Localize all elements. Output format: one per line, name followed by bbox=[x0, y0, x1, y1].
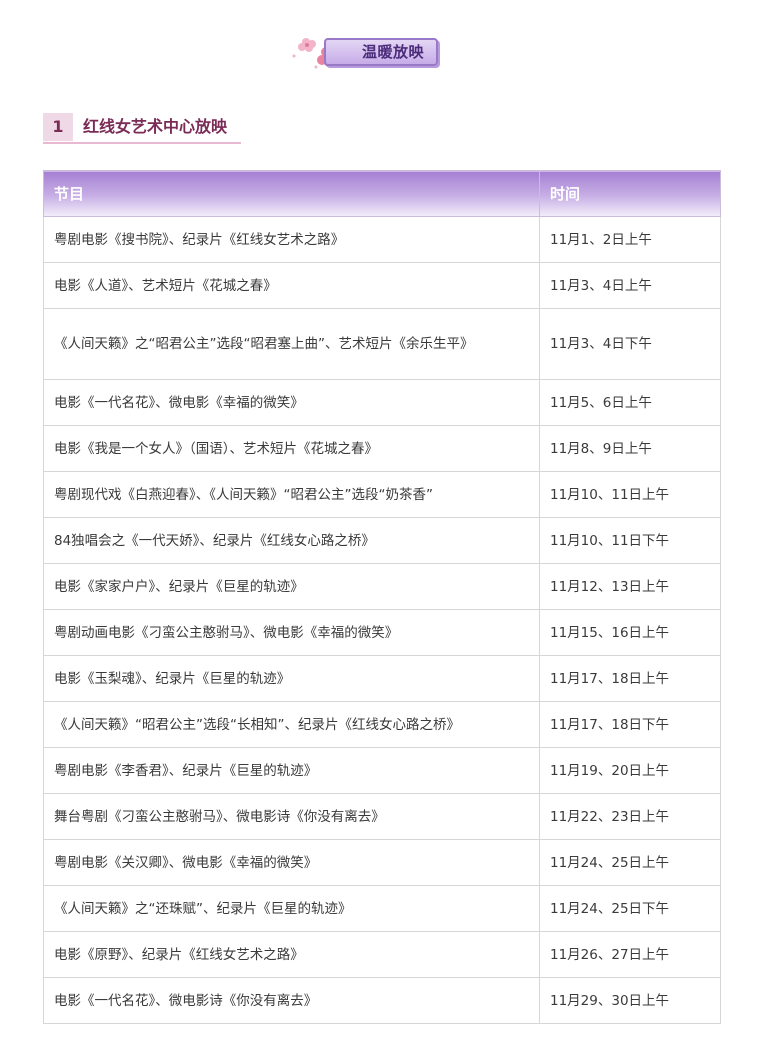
schedule-table: 节目 时间 粤剧电影《搜书院》、纪录片《红线女艺术之路》 11月1、2日上午 电影… bbox=[43, 170, 721, 1024]
program-cell: 粤剧电影《搜书院》、纪录片《红线女艺术之路》 bbox=[43, 216, 540, 263]
time-cell: 11月24、25日下午 bbox=[539, 885, 721, 932]
table-row: 电影《玉梨魂》、纪录片《巨星的轨迹》 11月17、18日上午 bbox=[43, 655, 721, 702]
program-cell: 《人间天籁》“昭君公主”选段“长相知”、纪录片《红线女心路之桥》 bbox=[43, 701, 540, 748]
time-cell: 11月29、30日上午 bbox=[539, 977, 721, 1024]
time-cell: 11月17、18日下午 bbox=[539, 701, 721, 748]
program-cell: 粤剧电影《李香君》、纪录片《巨星的轨迹》 bbox=[43, 747, 540, 794]
time-cell: 11月15、16日上午 bbox=[539, 609, 721, 656]
section-heading: 1 红线女艺术中心放映 bbox=[43, 113, 241, 145]
time-cell: 11月3、4日上午 bbox=[539, 262, 721, 309]
table-row: 84独唱会之《一代天娇》、纪录片《红线女心路之桥》 11月10、11日下午 bbox=[43, 517, 721, 564]
program-cell: 84独唱会之《一代天娇》、纪录片《红线女心路之桥》 bbox=[43, 517, 540, 564]
table-row: 《人间天籁》“昭君公主”选段“长相知”、纪录片《红线女心路之桥》 11月17、18… bbox=[43, 701, 721, 748]
program-cell: 《人间天籁》之“还珠赋”、纪录片《巨星的轨迹》 bbox=[43, 885, 540, 932]
banner-pill: 温暖放映 bbox=[324, 38, 438, 66]
section-title: 红线女艺术中心放映 bbox=[83, 117, 228, 136]
banner-label: 温暖放映 bbox=[361, 43, 424, 61]
program-cell: 《人间天籁》之“昭君公主”选段“昭君塞上曲”、艺术短片《余乐生平》 bbox=[43, 308, 540, 380]
program-cell: 电影《我是一个女人》（国语）、艺术短片《花城之春》 bbox=[43, 425, 540, 472]
table-row: 粤剧电影《关汉卿》、微电影《幸福的微笑》 11月24、25日上午 bbox=[43, 839, 721, 886]
program-cell: 电影《玉梨魂》、纪录片《巨星的轨迹》 bbox=[43, 655, 540, 702]
time-cell: 11月12、13日上午 bbox=[539, 563, 721, 610]
program-cell: 电影《一代名花》、微电影《幸福的微笑》 bbox=[43, 379, 540, 426]
program-cell: 粤剧动画电影《刁蛮公主憨驸马》、微电影《幸福的微笑》 bbox=[43, 609, 540, 656]
table-row: 电影《家家户户》、纪录片《巨星的轨迹》 11月12、13日上午 bbox=[43, 563, 721, 610]
time-cell: 11月10、11日下午 bbox=[539, 517, 721, 564]
time-cell: 11月24、25日上午 bbox=[539, 839, 721, 886]
program-cell: 电影《家家户户》、纪录片《巨星的轨迹》 bbox=[43, 563, 540, 610]
time-cell: 11月17、18日上午 bbox=[539, 655, 721, 702]
program-cell: 电影《人道》、艺术短片《花城之春》 bbox=[43, 262, 540, 309]
time-cell: 11月1、2日上午 bbox=[539, 216, 721, 263]
table-header-row: 节目 时间 bbox=[43, 170, 721, 217]
column-header-program: 节目 bbox=[43, 170, 540, 217]
table-row: 《人间天籁》之“还珠赋”、纪录片《巨星的轨迹》 11月24、25日下午 bbox=[43, 885, 721, 932]
time-cell: 11月8、9日上午 bbox=[539, 425, 721, 472]
table-row: 粤剧动画电影《刁蛮公主憨驸马》、微电影《幸福的微笑》 11月15、16日上午 bbox=[43, 609, 721, 656]
time-cell: 11月10、11日上午 bbox=[539, 471, 721, 518]
column-header-time: 时间 bbox=[539, 170, 721, 217]
table-row: 粤剧电影《李香君》、纪录片《巨星的轨迹》 11月19、20日上午 bbox=[43, 747, 721, 794]
program-cell: 电影《一代名花》、微电影诗《你没有离去》 bbox=[43, 977, 540, 1024]
table-row: 粤剧现代戏《白燕迎春》、《人间天籁》“昭君公主”选段“奶茶香” 11月10、11日… bbox=[43, 471, 721, 518]
table-row: 舞台粤剧《刁蛮公主憨驸马》、微电影诗《你没有离去》 11月22、23日上午 bbox=[43, 793, 721, 840]
time-cell: 11月3、4日下午 bbox=[539, 308, 721, 380]
table-row: 电影《我是一个女人》（国语）、艺术短片《花城之春》 11月8、9日上午 bbox=[43, 425, 721, 472]
section-number: 1 bbox=[43, 113, 73, 141]
table-row: 粤剧电影《搜书院》、纪录片《红线女艺术之路》 11月1、2日上午 bbox=[43, 216, 721, 263]
table-row: 电影《原野》、纪录片《红线女艺术之路》 11月26、27日上午 bbox=[43, 931, 721, 978]
section-underline bbox=[43, 142, 241, 144]
program-cell: 舞台粤剧《刁蛮公主憨驸马》、微电影诗《你没有离去》 bbox=[43, 793, 540, 840]
time-cell: 11月22、23日上午 bbox=[539, 793, 721, 840]
time-cell: 11月26、27日上午 bbox=[539, 931, 721, 978]
program-cell: 粤剧电影《关汉卿》、微电影《幸福的微笑》 bbox=[43, 839, 540, 886]
table-row: 电影《一代名花》、微电影诗《你没有离去》 11月29、30日上午 bbox=[43, 977, 721, 1024]
table-row: 电影《人道》、艺术短片《花城之春》 11月3、4日上午 bbox=[43, 262, 721, 309]
time-cell: 11月19、20日上午 bbox=[539, 747, 721, 794]
program-cell: 电影《原野》、纪录片《红线女艺术之路》 bbox=[43, 931, 540, 978]
program-cell: 粤剧现代戏《白燕迎春》、《人间天籁》“昭君公主”选段“奶茶香” bbox=[43, 471, 540, 518]
table-row: 《人间天籁》之“昭君公主”选段“昭君塞上曲”、艺术短片《余乐生平》 11月3、4日… bbox=[43, 308, 721, 380]
table-row: 电影《一代名花》、微电影《幸福的微笑》 11月5、6日上午 bbox=[43, 379, 721, 426]
banner: 温暖放映 bbox=[286, 34, 444, 72]
time-cell: 11月5、6日上午 bbox=[539, 379, 721, 426]
